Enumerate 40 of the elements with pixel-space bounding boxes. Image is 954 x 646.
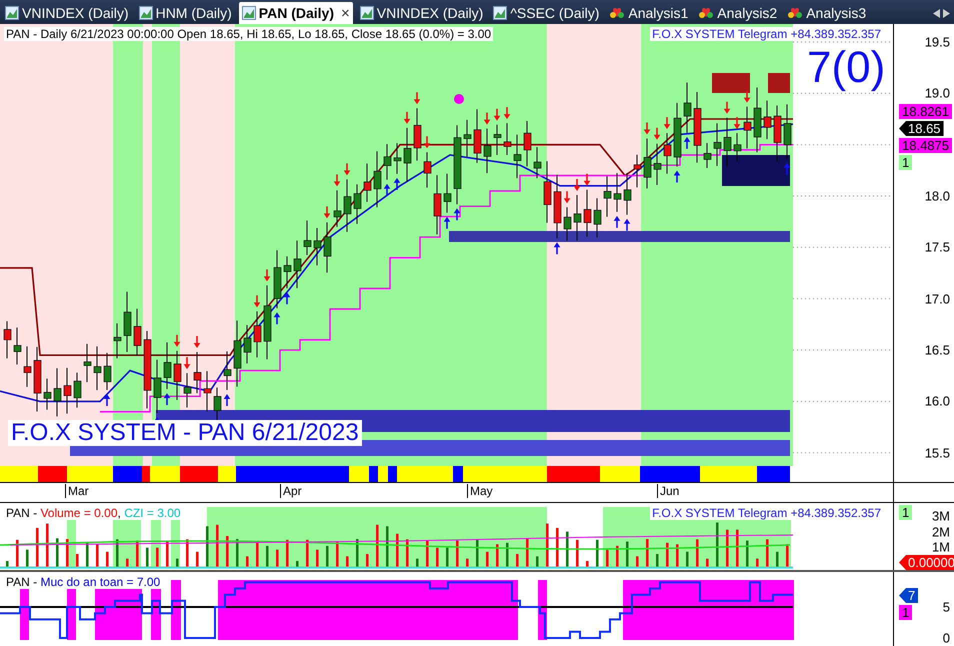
pane-header: PAN - Volume = 0.00, CZI = 3.00 — [4, 506, 183, 520]
value-pointer: 7 — [899, 588, 918, 603]
value-tag: 18.8261 — [899, 104, 952, 119]
value-tag: 1 — [899, 505, 912, 520]
axis-label: 18.0 — [924, 188, 950, 204]
value-tag: 1 — [899, 155, 912, 170]
date-label: Jun — [657, 484, 680, 498]
signal-count: 7(0) — [807, 46, 886, 90]
chart-tab[interactable]: VNINDEX (Daily) — [2, 2, 132, 24]
chart-tab[interactable]: ^SSEC (Daily) — [490, 2, 602, 24]
date-label: May — [467, 484, 493, 498]
axis-label: 16.5 — [924, 342, 950, 358]
chart-tab[interactable]: VNINDEX (Daily) — [356, 2, 486, 24]
value-tag: 1 — [899, 605, 912, 620]
axis-label: 19.5 — [924, 34, 950, 50]
value-pointer: 18.65 — [899, 121, 944, 136]
axis-label: 5 — [942, 600, 950, 614]
chart-tab[interactable]: Analysis1 — [606, 2, 692, 24]
value-tag: 18.4875 — [899, 138, 952, 153]
chart-tab[interactable]: HNM (Daily) — [136, 2, 235, 24]
axis-label: 1M — [932, 540, 950, 554]
chart-tab[interactable]: PAN (Daily) × — [238, 2, 353, 24]
pane-header: PAN - Muc do an toan = 7.00 — [4, 575, 162, 589]
axis-label: 0 — [942, 630, 950, 646]
date-label: Apr — [280, 484, 302, 498]
system-title: F.O.X SYSTEM - PAN 6/21/2023 — [8, 420, 362, 446]
axis-label: 16.0 — [924, 394, 950, 409]
close-button[interactable]: × — [341, 4, 350, 22]
telegram-text: F.O.X SYSTEM Telegram +84.389.352.357 — [650, 27, 883, 41]
chart-tab[interactable]: Analysis3 — [784, 2, 870, 24]
date-label: Mar — [65, 484, 89, 498]
axis-label: 17.5 — [924, 240, 950, 255]
axis-label: 15.5 — [924, 445, 950, 460]
axis-label: 3M — [932, 508, 950, 524]
telegram-text: F.O.X SYSTEM Telegram +84.389.352.357 — [650, 506, 883, 520]
pane-header: PAN - Daily 6/21/2023 00:00:00 Open 18.65, Hi 18.65, Lo 18.65, Close 18.65 (0.0%) = 3.00 — [4, 27, 494, 41]
chart-tab[interactable]: Analysis2 — [695, 2, 780, 24]
axis-label: 2M — [932, 524, 950, 539]
axis-label: 17.0 — [924, 291, 950, 306]
axis-label: 19.0 — [924, 86, 950, 101]
